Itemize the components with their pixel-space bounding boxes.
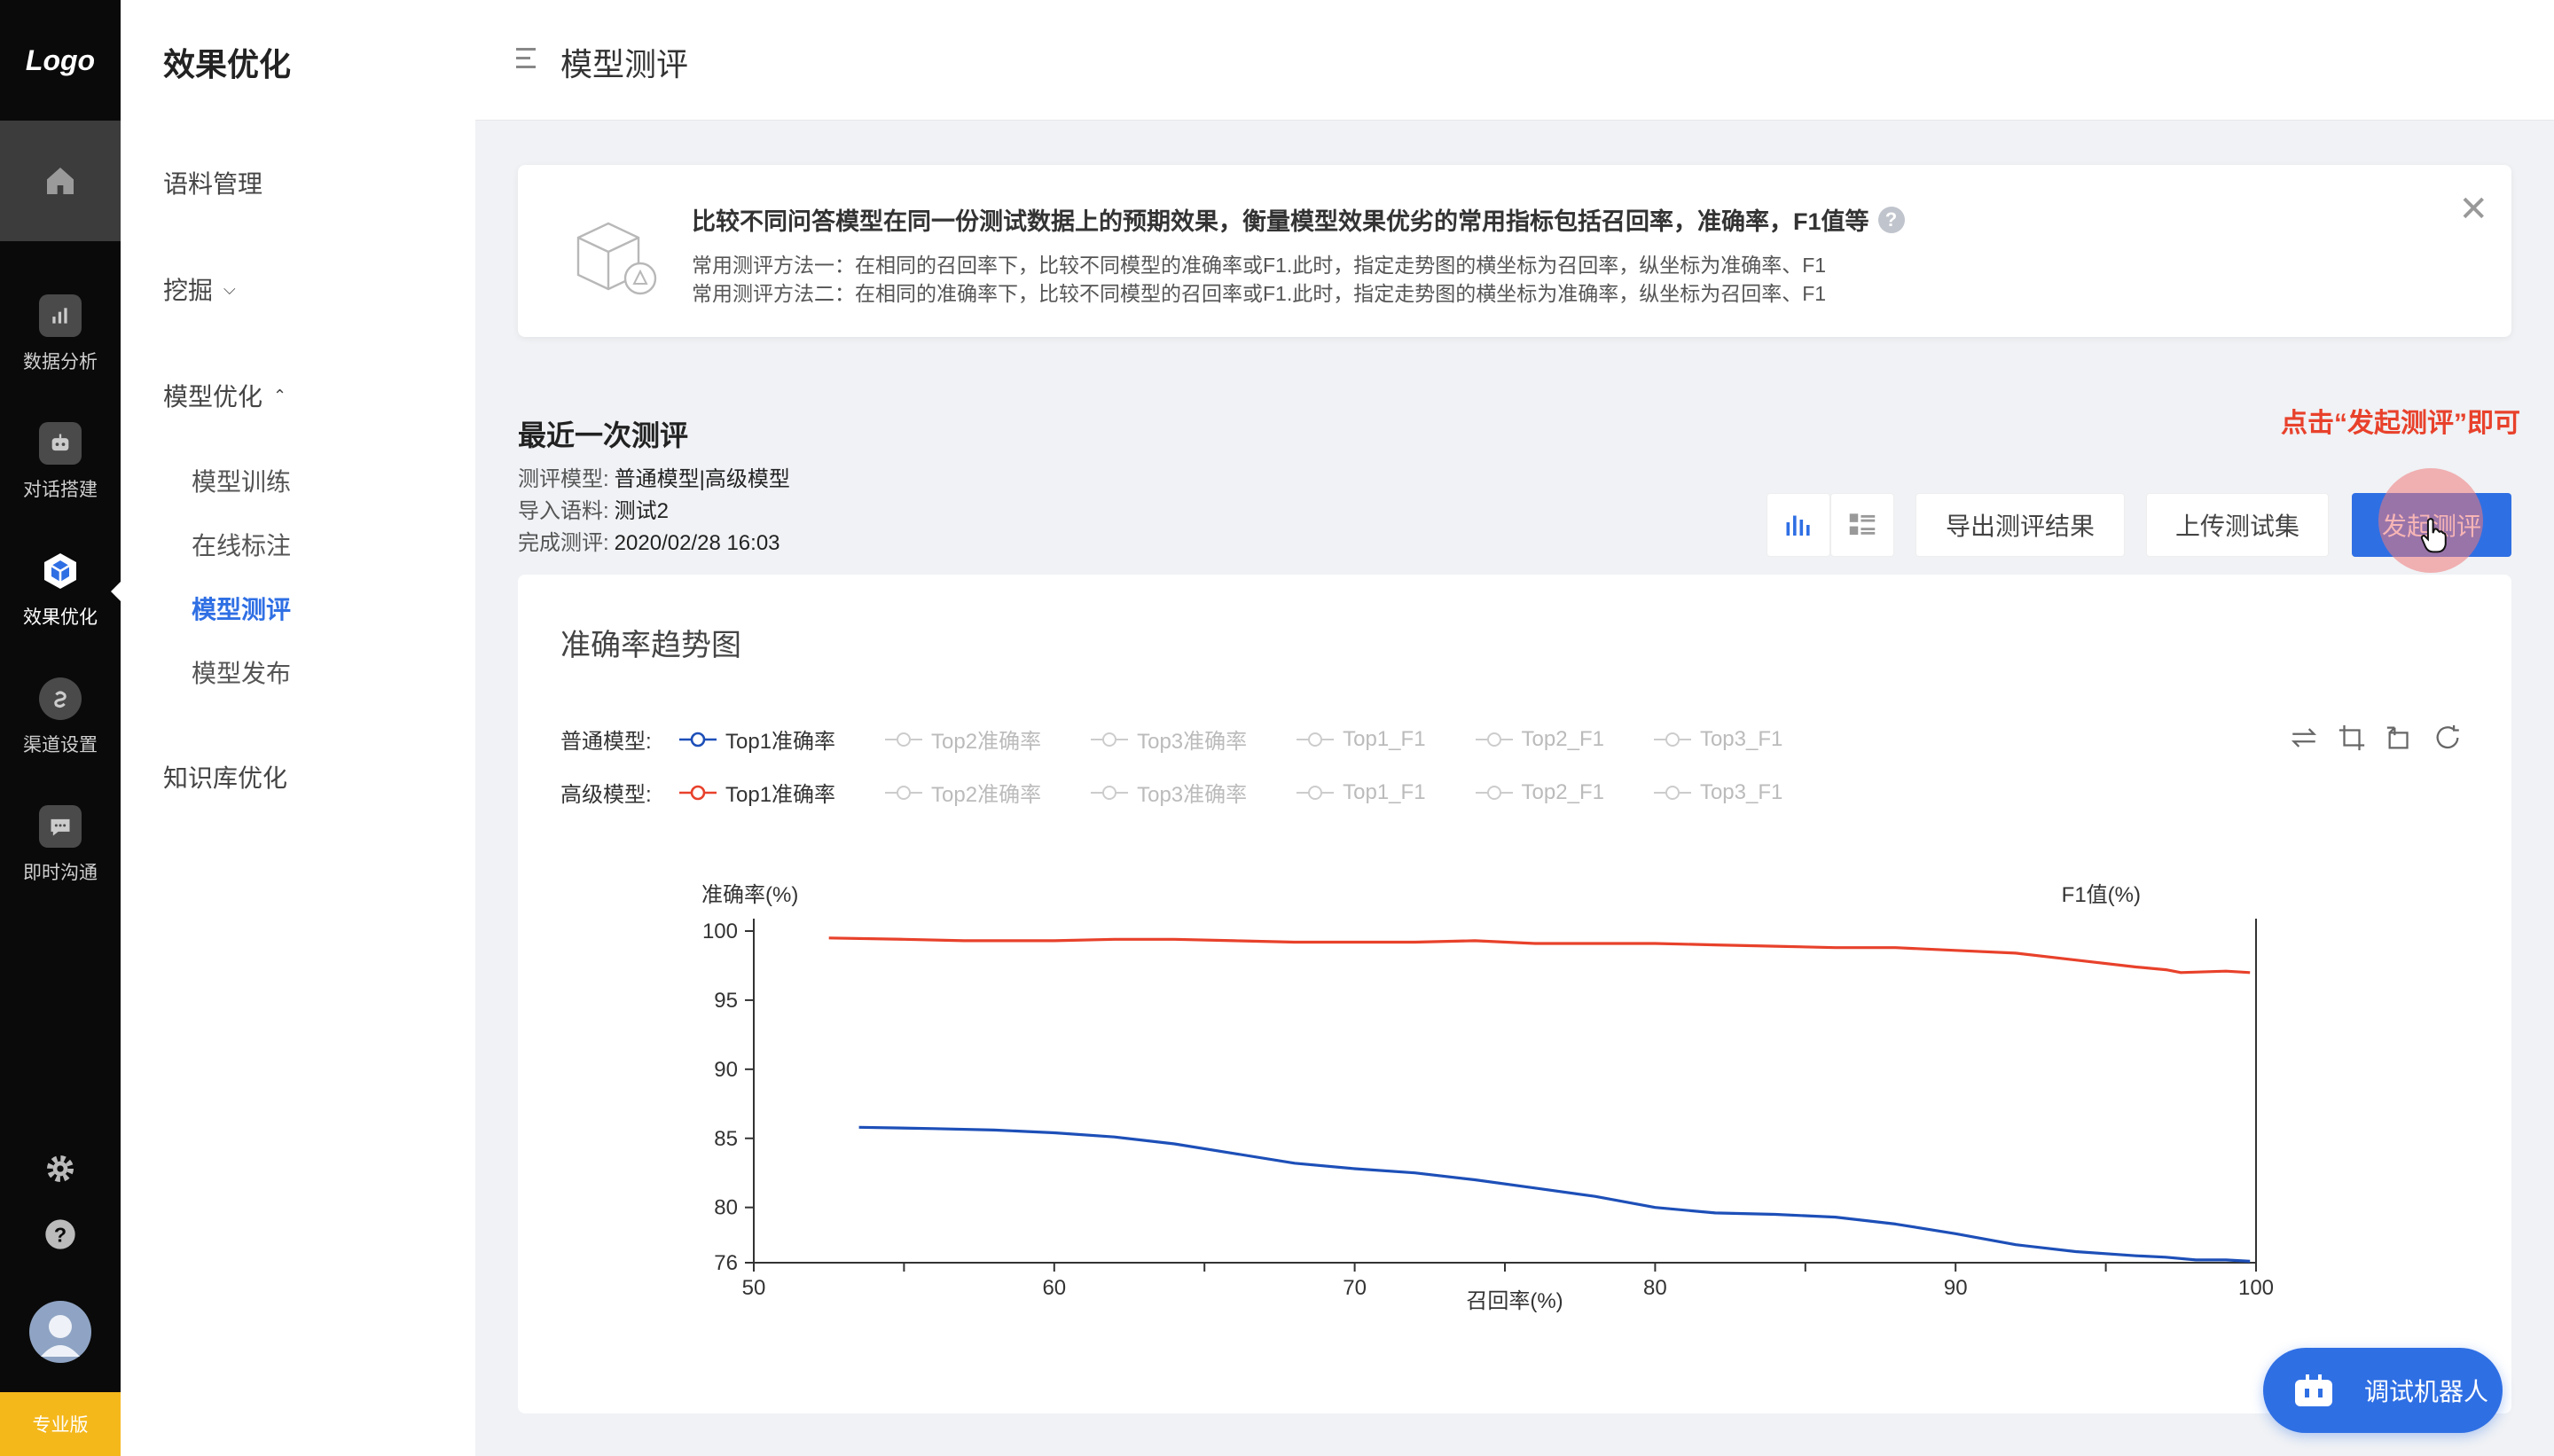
- page-title: 模型测评: [560, 46, 689, 82]
- series-line: [858, 1125, 2251, 1263]
- meta-done-label: 完成测评:: [518, 531, 609, 555]
- debug-robot-label: 调试机器人: [2364, 1378, 2489, 1405]
- home-icon: [47, 168, 74, 194]
- rail-item-instant-chat[interactable]: 即时沟通: [0, 787, 121, 903]
- sidebar-item-model-optimize[interactable]: 模型优化 ⌃: [163, 378, 286, 413]
- bar-chart-icon: [1786, 515, 1810, 536]
- close-icon[interactable]: ✕: [2458, 192, 2488, 227]
- edition-badge: 专业版: [0, 1392, 121, 1456]
- y-axis-title: 准确率(%): [701, 883, 798, 907]
- list-view-toggle[interactable]: [1830, 493, 1894, 557]
- y-tick-label: 90: [714, 1058, 738, 1082]
- section-sidebar: 效果优化 语料管理 挖掘 ⌵ 模型优化 ⌃ 模型训练 在线标注 模型测评 模型发…: [121, 0, 475, 1456]
- logo: Logo: [25, 43, 96, 76]
- y-tick-label: 100: [702, 920, 738, 943]
- help-icon: ?: [45, 1219, 75, 1249]
- cube-icon: [39, 550, 82, 592]
- meta-data-value: 测试2: [614, 499, 670, 523]
- y-tick-label: 80: [714, 1196, 738, 1220]
- hand-cursor-icon: [2420, 518, 2447, 553]
- info-banner: 比较不同问答模型在同一份测试数据上的预期效果，衡量模型效果优劣的常用指标包括召回…: [518, 165, 2511, 337]
- meta-done-value: 2020/02/28 16:03: [614, 531, 780, 555]
- recent-eval-title: 最近一次测评: [518, 419, 689, 451]
- sidebar-subitem-online-label[interactable]: 在线标注: [192, 527, 291, 562]
- sidebar-title: 效果优化: [163, 46, 292, 82]
- sidebar-subitem-model-train[interactable]: 模型训练: [192, 463, 291, 498]
- question-icon[interactable]: ?: [1877, 206, 1905, 233]
- avatar[interactable]: [0, 1300, 121, 1364]
- y-tick-label: 76: [714, 1251, 738, 1275]
- svg-text:?: ?: [54, 1223, 67, 1246]
- export-results-button[interactable]: 导出测评结果: [1916, 493, 2125, 557]
- help-button[interactable]: ?: [0, 1217, 121, 1252]
- y-tick-label: 95: [714, 989, 738, 1013]
- home-button[interactable]: [0, 121, 121, 241]
- meta-data: 导入语料: 测试2: [518, 493, 669, 524]
- rail-item-data-analysis[interactable]: 数据分析: [0, 277, 121, 392]
- cube-illustration-icon: [576, 222, 657, 295]
- sidebar-item-mining[interactable]: 挖掘 ⌵: [163, 271, 236, 307]
- rail-item-dialog-build[interactable]: 对话搭建: [0, 404, 121, 520]
- line-chart: 准确率(%) F1值(%) 召回率(%) 76 80 85 90 95 100 50 60 70…: [701, 883, 2274, 1313]
- y-tick-label: 85: [714, 1127, 738, 1151]
- meta-done: 完成测评: 2020/02/28 16:03: [518, 525, 780, 556]
- debug-robot-button[interactable]: 调试机器人: [2263, 1348, 2503, 1433]
- x-tick-label: 80: [1643, 1276, 1667, 1300]
- rail-item-label: 即时沟通: [23, 863, 98, 883]
- rail-item-label: 渠道设置: [23, 735, 98, 755]
- chevron-up-icon: ⌃: [273, 386, 287, 404]
- x-tick-label: 60: [1042, 1276, 1066, 1300]
- sidebar-item-kb-optimize[interactable]: 知识库优化: [163, 759, 287, 795]
- user-avatar-icon: [29, 1301, 91, 1363]
- x-tick-label: 90: [1944, 1276, 1968, 1300]
- rail-item-label: 效果优化: [23, 607, 98, 628]
- rail-item-channel[interactable]: 渠道设置: [0, 660, 121, 775]
- sidebar-item-corpus[interactable]: 语料管理: [163, 165, 262, 200]
- sidebar-item-label: 知识库优化: [163, 764, 288, 792]
- meta-data-label: 导入语料:: [518, 499, 609, 523]
- x-tick-label: 100: [2238, 1276, 2274, 1300]
- sidebar-subitem-model-eval[interactable]: 模型测评: [192, 591, 291, 626]
- info-headline: 比较不同问答模型在同一份测试数据上的预期效果，衡量模型效果优劣的常用指标包括召回…: [692, 202, 1905, 237]
- y2-axis-title: F1值(%): [2062, 883, 2141, 907]
- chevron-down-icon: ⌵: [223, 279, 236, 298]
- sidebar-item-label: 挖掘: [163, 277, 214, 304]
- x-tick-label: 50: [742, 1276, 766, 1300]
- menu-toggle-icon[interactable]: [516, 48, 536, 69]
- robot-icon: [2295, 1374, 2332, 1406]
- rail-item-label: 数据分析: [23, 352, 98, 372]
- bar-chart-icon: [39, 294, 82, 337]
- meta-model-value: 普通模型|高级模型: [614, 467, 790, 491]
- info-method-two: 常用测评方法二：在相同的准确率下，比较不同模型的召回率或F1.此时，指定走势图的…: [692, 282, 1827, 305]
- info-method-one: 常用测评方法一：在相同的召回率下，比较不同模型的准确率或F1.此时，指定走势图的…: [692, 254, 1827, 277]
- x-tick-label: 70: [1343, 1276, 1367, 1300]
- meta-model: 测评模型: 普通模型|高级模型: [518, 461, 790, 492]
- info-headline-text: 比较不同问答模型在同一份测试数据上的预期效果，衡量模型效果优劣的常用指标包括召回…: [692, 208, 1869, 235]
- channel-icon: [39, 677, 82, 720]
- chart-card: 准确率趋势图 普通模型: Top1准确率 Top2准确率 Top3准确率 Top…: [518, 575, 2511, 1413]
- x-axis-title: 召回率(%): [1466, 1289, 1563, 1313]
- sidebar-item-label: 模型优化: [163, 383, 263, 411]
- gear-icon: [47, 1155, 74, 1182]
- chart-axes: 76 80 85 90 95 100 50 60 70 80 90 100: [702, 919, 2274, 1300]
- upload-testset-button[interactable]: 上传测试集: [2146, 493, 2329, 557]
- chart-series: [828, 936, 2251, 1263]
- rail-item-label: 对话搭建: [23, 480, 98, 500]
- robot-icon: [39, 422, 82, 465]
- chat-bubble-icon: [39, 805, 82, 848]
- list-icon: [1849, 513, 1876, 536]
- sidebar-subitem-model-publish[interactable]: 模型发布: [192, 654, 291, 690]
- app-rail: Logo 数据分析 对话搭建 效果优化 渠道设置 即时沟通 ? 专业版: [0, 0, 121, 1456]
- meta-model-label: 测评模型:: [518, 467, 609, 491]
- sidebar-item-label: 语料管理: [163, 170, 263, 198]
- page-header: 模型测评: [475, 0, 2554, 121]
- series-line: [828, 936, 2251, 975]
- settings-button[interactable]: [0, 1151, 121, 1186]
- chart-view-toggle[interactable]: [1767, 493, 1830, 557]
- rail-item-effect-optimize[interactable]: 效果优化: [0, 532, 121, 647]
- start-hint-text: 点击“发起测评”即可: [2281, 409, 2520, 438]
